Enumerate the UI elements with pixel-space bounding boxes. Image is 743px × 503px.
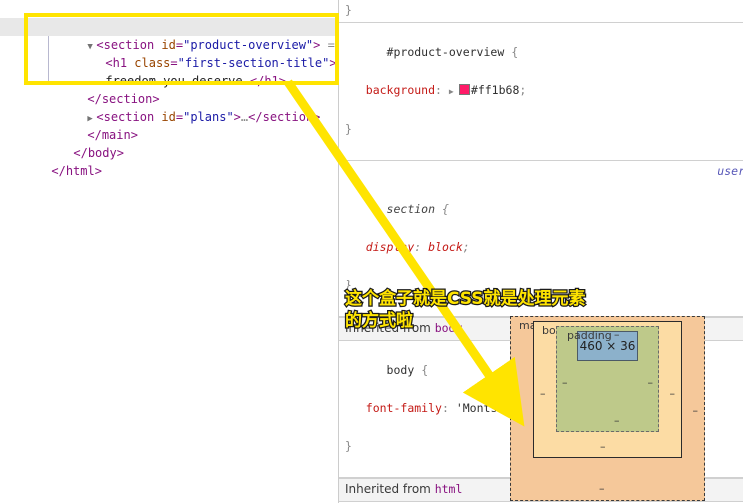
dom-row-main-close[interactable]: </main> <box>0 108 338 142</box>
chevron-right-icon[interactable]: ▶ <box>449 82 459 101</box>
css-property-background[interactable]: background <box>366 83 435 97</box>
closing-brace: } <box>345 3 352 17</box>
border-left-value[interactable]: – <box>540 388 546 399</box>
box-model-padding-layer[interactable]: padding – – – – 460 × 36 <box>556 326 659 432</box>
margin-bottom-value[interactable]: – <box>599 483 605 494</box>
box-model-diagram[interactable]: margin – – – – border – – – – padding – … <box>510 316 705 501</box>
dom-row-body-close[interactable]: </body> <box>0 126 338 160</box>
box-model-padding-label: padding <box>567 329 612 342</box>
dom-row-section-plans[interactable]: <section id="plans">…</section> <box>0 90 338 124</box>
border-right-value[interactable]: – <box>670 388 676 399</box>
dom-row-section-close[interactable]: </section> <box>0 72 338 106</box>
box-model-border-layer[interactable]: border – – – – padding – – – – 460 × 36 <box>533 321 682 458</box>
box-model-margin-layer[interactable]: margin – – – – border – – – – padding – … <box>510 316 705 501</box>
inherited-target-body[interactable]: body <box>435 321 463 335</box>
inherited-prefix: Inherited from <box>345 482 431 496</box>
css-property-display[interactable]: display <box>366 240 414 254</box>
css-selector[interactable]: #product-overview <box>387 45 505 59</box>
css-rule-section-ua[interactable]: user section { display: block; } <box>339 161 743 317</box>
stylesheet-origin: user <box>717 164 743 178</box>
inherited-target-html[interactable]: html <box>435 482 463 496</box>
dom-row-main-open[interactable]: <main> <box>0 0 338 34</box>
dom-row-section-product-overview[interactable]: <section id="product-overview"> == $0 <box>0 18 338 52</box>
padding-right-value[interactable]: – <box>648 377 654 388</box>
padding-top-value[interactable]: – <box>614 329 620 340</box>
margin-right-value[interactable]: – <box>693 405 699 416</box>
css-value-background[interactable]: #ff1b68 <box>471 83 519 97</box>
border-bottom-value[interactable]: – <box>600 441 606 452</box>
margin-left-value[interactable]: – <box>517 405 523 416</box>
css-selector[interactable]: section <box>387 202 435 216</box>
css-selector[interactable]: body <box>387 363 415 377</box>
dom-row-h1-open[interactable]: <h1 class="first-section-title">Get the <box>0 36 338 70</box>
css-property-font-family[interactable]: font-family <box>366 401 442 415</box>
dom-row-h1-text-continued[interactable]: freedom you deserve.</h1> <box>0 54 338 88</box>
css-value-display[interactable]: block <box>428 240 463 254</box>
devtools-screenshot: <main> <section id="product-overview"> =… <box>0 0 743 503</box>
css-rule-partial-top[interactable]: } <box>339 0 743 23</box>
tag-name-html-close: html <box>65 164 95 178</box>
inherited-prefix: Inherited from <box>345 321 431 335</box>
dom-tree-panel[interactable]: <main> <section id="product-overview"> =… <box>0 0 339 503</box>
padding-left-value[interactable]: – <box>562 377 568 388</box>
padding-bottom-value[interactable]: – <box>614 415 620 426</box>
dom-row-html-close[interactable]: </html> <box>0 144 338 178</box>
color-swatch[interactable] <box>458 84 470 95</box>
css-rule-product-overview[interactable]: #product-overview { background: ▶ #ff1b68… <box>339 23 743 161</box>
